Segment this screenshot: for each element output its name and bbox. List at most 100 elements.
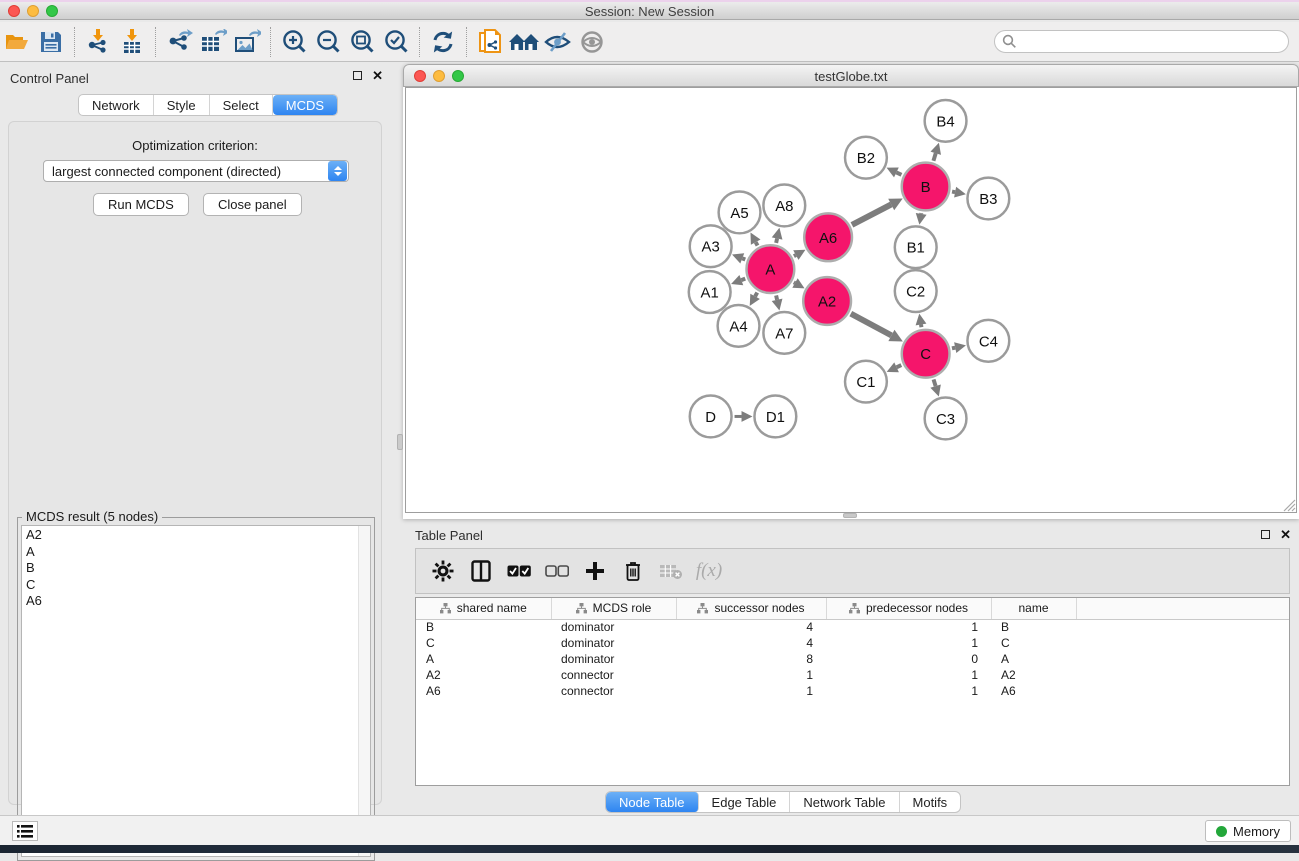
node-table[interactable]: shared name MCDS role successor nodes pr… [415, 597, 1290, 786]
delete-table-button[interactable] [652, 553, 690, 589]
function-builder-button[interactable]: f(x) [690, 553, 728, 589]
network-canvas[interactable]: B4B2BB3A8A5A6A3B1AA1C2A2A4A7C4CC1C3DD1 [405, 87, 1297, 513]
deselect-all-button[interactable] [538, 553, 576, 589]
tab-node-table[interactable]: Node Table [606, 792, 699, 812]
tab-network-table[interactable]: Network Table [790, 792, 899, 812]
graph-edge-A-A7[interactable] [776, 295, 777, 299]
open-file-button[interactable] [0, 26, 34, 58]
result-item[interactable]: B [26, 560, 370, 577]
result-item[interactable]: A6 [26, 593, 370, 610]
tab-edge-table[interactable]: Edge Table [699, 792, 791, 812]
network-horizontal-scrollbar[interactable] [843, 513, 857, 518]
table-cell[interactable]: 8 [676, 651, 826, 667]
col-shared-name[interactable]: shared name [416, 598, 551, 619]
table-cell[interactable]: dominator [551, 635, 676, 651]
show-columns-button[interactable] [462, 553, 500, 589]
export-network-button[interactable] [162, 26, 196, 58]
task-history-button[interactable] [12, 821, 38, 841]
delete-column-button[interactable] [614, 553, 652, 589]
result-item[interactable]: A [26, 544, 370, 561]
refresh-button[interactable] [426, 26, 460, 58]
close-table-panel-icon[interactable]: ✕ [1280, 530, 1291, 539]
table-row[interactable]: A6connector11A6 [416, 683, 1289, 699]
tab-motifs[interactable]: Motifs [900, 792, 961, 812]
graph-edge-A6-B[interactable] [852, 204, 891, 224]
graph-edge-A-A2[interactable] [794, 282, 795, 283]
float-panel-icon[interactable] [353, 71, 362, 80]
network-window-titlebar[interactable]: testGlobe.txt [403, 64, 1299, 87]
search-field[interactable] [994, 30, 1289, 53]
result-item[interactable]: C [26, 577, 370, 594]
table-cell[interactable]: 1 [676, 667, 826, 683]
select-all-button[interactable] [500, 553, 538, 589]
copy-network-button[interactable] [473, 26, 507, 58]
import-table-button[interactable] [115, 26, 149, 58]
import-network-button[interactable] [81, 26, 115, 58]
result-item[interactable]: A2 [26, 527, 370, 544]
table-cell[interactable] [1076, 635, 1289, 651]
graph-edge-A-A6[interactable] [794, 255, 796, 256]
table-cell[interactable]: dominator [551, 619, 676, 635]
table-cell[interactable]: A [416, 651, 551, 667]
add-column-button[interactable] [576, 553, 614, 589]
col-mcds-role[interactable]: MCDS role [551, 598, 676, 619]
memory-button[interactable]: Memory [1205, 820, 1291, 842]
graph-edge-A-A5[interactable] [756, 242, 758, 245]
save-session-button[interactable] [34, 26, 68, 58]
graph-edge-A-A1[interactable] [741, 279, 745, 280]
table-cell[interactable]: C [416, 635, 551, 651]
export-image-button[interactable] [230, 26, 264, 58]
graph-edge-C-C3[interactable] [934, 379, 936, 386]
table-cell[interactable]: A2 [416, 667, 551, 683]
table-cell[interactable]: connector [551, 683, 676, 699]
table-row[interactable]: Adominator80A [416, 651, 1289, 667]
graph-edge-C-C4[interactable] [952, 348, 955, 349]
tab-style[interactable]: Style [154, 95, 210, 115]
close-panel-icon[interactable]: ✕ [372, 71, 383, 80]
table-cell[interactable]: connector [551, 667, 676, 683]
show-eye-button[interactable] [575, 26, 609, 58]
table-cell[interactable]: 1 [826, 619, 991, 635]
zoom-in-button[interactable] [277, 26, 311, 58]
close-panel-button[interactable]: Close panel [203, 193, 302, 216]
result-list-scrollbar[interactable] [358, 526, 370, 856]
float-table-panel-icon[interactable] [1261, 530, 1270, 539]
search-input[interactable] [1017, 35, 1288, 49]
table-cell[interactable]: 1 [826, 667, 991, 683]
table-cell[interactable] [1076, 667, 1289, 683]
table-cell[interactable]: 1 [826, 683, 991, 699]
table-cell[interactable]: 1 [826, 635, 991, 651]
graph-edge-A-A4[interactable] [755, 293, 757, 297]
col-predecessor-nodes[interactable]: predecessor nodes [826, 598, 991, 619]
hide-network-button[interactable] [541, 26, 575, 58]
table-cell[interactable]: 4 [676, 619, 826, 635]
network-vertical-scrollbar[interactable] [397, 434, 403, 450]
table-cell[interactable]: B [991, 619, 1076, 635]
tab-select[interactable]: Select [210, 95, 273, 115]
col-name[interactable]: name [991, 598, 1076, 619]
table-row[interactable]: Cdominator41C [416, 635, 1289, 651]
table-row[interactable]: A2connector11A2 [416, 667, 1289, 683]
table-settings-button[interactable] [424, 553, 462, 589]
table-cell[interactable]: dominator [551, 651, 676, 667]
graph-edge-A2-C[interactable] [851, 314, 892, 336]
tab-mcds[interactable]: MCDS [273, 95, 337, 115]
tab-network[interactable]: Network [79, 95, 154, 115]
table-cell[interactable]: A2 [991, 667, 1076, 683]
home-button[interactable] [507, 26, 541, 58]
table-cell[interactable] [1076, 619, 1289, 635]
table-cell[interactable]: A6 [416, 683, 551, 699]
criterion-dropdown[interactable]: largest connected component (directed) [43, 160, 349, 182]
mcds-result-list[interactable]: A2ABCA6 [21, 525, 371, 857]
run-mcds-button[interactable]: Run MCDS [93, 193, 189, 216]
col-successor-nodes[interactable]: successor nodes [676, 598, 826, 619]
graph-edge-A-A8[interactable] [776, 239, 777, 243]
table-cell[interactable]: 1 [676, 683, 826, 699]
export-table-button[interactable] [196, 26, 230, 58]
graph-edge-B-B2[interactable] [896, 172, 901, 174]
graph-edge-C-C1[interactable] [897, 365, 902, 367]
table-cell[interactable]: 0 [826, 651, 991, 667]
zoom-out-button[interactable] [311, 26, 345, 58]
table-cell[interactable]: 4 [676, 635, 826, 651]
table-row[interactable]: Bdominator41B [416, 619, 1289, 635]
